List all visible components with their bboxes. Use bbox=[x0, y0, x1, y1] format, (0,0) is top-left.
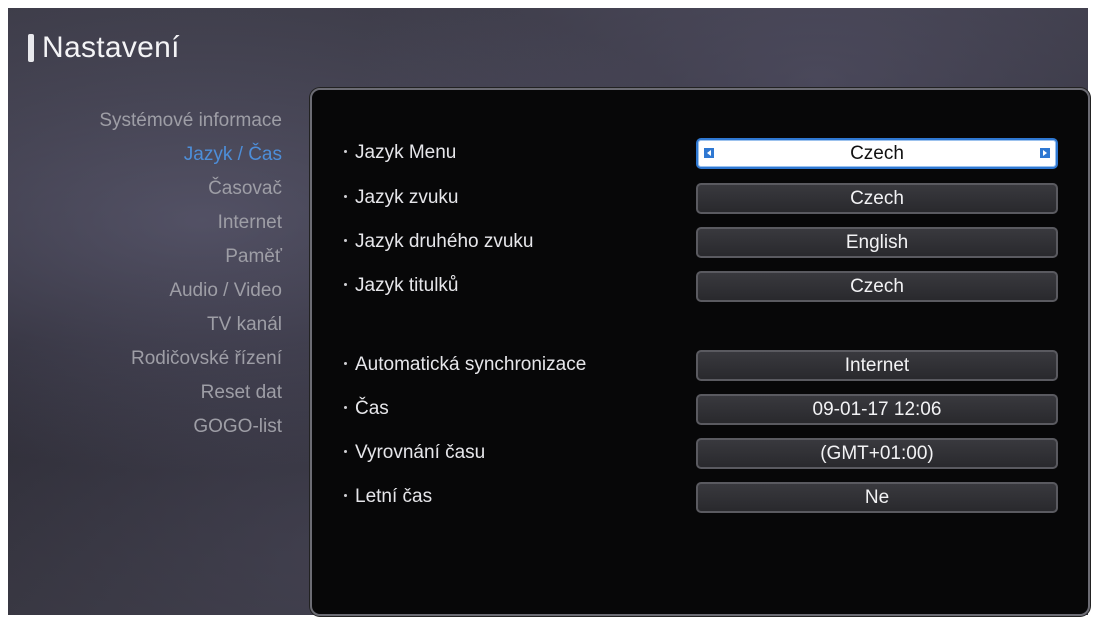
setting-row-second-audio-language: Jazyk druhého zvuku English bbox=[312, 225, 1088, 259]
sidebar-item-internet[interactable]: Internet bbox=[18, 206, 286, 240]
page-title: Nastavení bbox=[42, 31, 180, 64]
second-audio-language-selector[interactable]: English bbox=[696, 227, 1058, 258]
daylight-saving-selector[interactable]: Ne bbox=[696, 482, 1058, 513]
sidebar-item-reset-data[interactable]: Reset dat bbox=[18, 376, 286, 410]
time-field[interactable]: 09-01-17 12:06 bbox=[696, 394, 1058, 425]
header: Nastavení bbox=[28, 28, 180, 68]
bullet-icon bbox=[344, 239, 347, 243]
bullet-icon bbox=[344, 362, 347, 366]
title-marker bbox=[28, 34, 34, 62]
setting-row-auto-sync: Automatická synchronizace Internet bbox=[312, 348, 1088, 382]
time-offset-selector[interactable]: (GMT+01:00) bbox=[696, 438, 1058, 469]
sidebar-item-language-time[interactable]: Jazyk / Čas bbox=[18, 138, 286, 172]
setting-label-text: Jazyk zvuku bbox=[355, 187, 459, 208]
setting-label-text: Automatická synchronizace bbox=[355, 354, 587, 375]
bullet-icon bbox=[344, 150, 347, 154]
setting-label: Jazyk Menu bbox=[344, 136, 456, 170]
setting-row-time-offset: Vyrovnání času (GMT+01:00) bbox=[312, 436, 1088, 470]
settings-panel: Jazyk Menu Czech Jazyk zvuku Czech Jazyk… bbox=[310, 88, 1090, 616]
sidebar-item-system-info[interactable]: Systémové informace bbox=[18, 104, 286, 138]
setting-label: Jazyk zvuku bbox=[344, 181, 458, 215]
setting-row-daylight-saving: Letní čas Ne bbox=[312, 480, 1088, 514]
sidebar-item-gogo-list[interactable]: GOGO-list bbox=[18, 410, 286, 444]
setting-label: Letní čas bbox=[344, 480, 432, 514]
setting-label-text: Jazyk druhého zvuku bbox=[355, 231, 534, 252]
setting-label-text: Čas bbox=[355, 398, 389, 419]
setting-label-text: Vyrovnání času bbox=[355, 442, 486, 463]
setting-label-text: Jazyk Menu bbox=[355, 142, 457, 163]
arrow-right-icon[interactable] bbox=[1040, 148, 1050, 158]
setting-label: Čas bbox=[344, 392, 389, 426]
bullet-icon bbox=[344, 283, 347, 287]
sidebar-item-memory[interactable]: Paměť bbox=[18, 240, 286, 274]
bullet-icon bbox=[344, 195, 347, 199]
setting-label: Automatická synchronizace bbox=[344, 348, 586, 382]
settings-sidebar: Systémové informace Jazyk / Čas Časovač … bbox=[18, 104, 286, 444]
audio-language-selector[interactable]: Czech bbox=[696, 183, 1058, 214]
sidebar-item-audio-video[interactable]: Audio / Video bbox=[18, 274, 286, 308]
setting-row-subtitle-language: Jazyk titulků Czech bbox=[312, 269, 1088, 303]
menu-language-selector[interactable]: Czech bbox=[696, 138, 1058, 169]
arrow-left-icon[interactable] bbox=[704, 148, 714, 158]
tv-settings-screen: Nastavení Systémové informace Jazyk / Ča… bbox=[8, 8, 1090, 616]
setting-label: Jazyk titulků bbox=[344, 269, 458, 303]
setting-row-time: Čas 09-01-17 12:06 bbox=[312, 392, 1088, 426]
setting-label: Vyrovnání času bbox=[344, 436, 485, 470]
sidebar-item-tv-channel[interactable]: TV kanál bbox=[18, 308, 286, 342]
bullet-icon bbox=[344, 406, 347, 410]
subtitle-language-selector[interactable]: Czech bbox=[696, 271, 1058, 302]
sidebar-item-parental-control[interactable]: Rodičovské řízení bbox=[18, 342, 286, 376]
setting-row-menu-language: Jazyk Menu Czech bbox=[312, 136, 1088, 170]
bullet-icon bbox=[344, 450, 347, 454]
bullet-icon bbox=[344, 494, 347, 498]
auto-sync-selector[interactable]: Internet bbox=[696, 350, 1058, 381]
setting-label-text: Jazyk titulků bbox=[355, 275, 459, 296]
sidebar-item-timer[interactable]: Časovač bbox=[18, 172, 286, 206]
setting-row-audio-language: Jazyk zvuku Czech bbox=[312, 181, 1088, 215]
setting-label-text: Letní čas bbox=[355, 486, 433, 507]
menu-language-value: Czech bbox=[850, 143, 904, 164]
setting-label: Jazyk druhého zvuku bbox=[344, 225, 534, 259]
